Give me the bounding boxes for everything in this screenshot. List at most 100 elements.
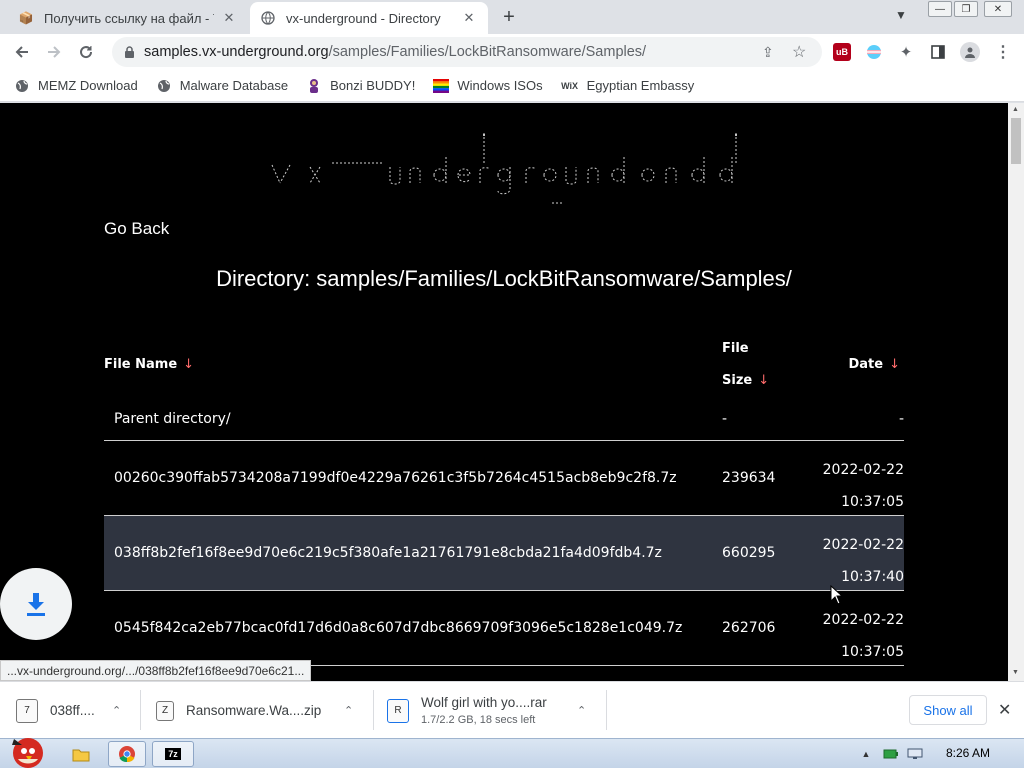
back-button[interactable] bbox=[10, 40, 34, 64]
bookmark-label: Windows ISOs bbox=[457, 78, 543, 93]
table-row: 00260c390ffab5734208a7199df0e4229a76261c… bbox=[104, 441, 904, 516]
mouse-cursor-icon bbox=[830, 585, 844, 605]
chevron-up-icon[interactable]: ⌃ bbox=[577, 704, 586, 717]
wix-icon: WiX bbox=[561, 80, 579, 91]
file-date: 2022-02-22 10:37:40 bbox=[823, 529, 904, 593]
url-host: samples.vx-underground.org bbox=[144, 44, 329, 60]
parent-directory-link[interactable]: Parent directory/ bbox=[114, 411, 231, 427]
puzzle-icon[interactable]: ✦ bbox=[897, 43, 915, 61]
scroll-up-icon[interactable]: ▲ bbox=[1012, 106, 1019, 113]
menu-icon[interactable]: ⋮ bbox=[994, 43, 1012, 61]
chevron-up-icon[interactable]: ⌃ bbox=[112, 704, 121, 717]
vx-underground-ascii-logo bbox=[271, 133, 737, 204]
size-header-line1[interactable]: File bbox=[722, 341, 749, 356]
show-all-button[interactable]: Show all bbox=[909, 695, 987, 725]
date-text: 2022-02-22 bbox=[822, 612, 904, 628]
scroll-thumb[interactable] bbox=[1011, 118, 1021, 164]
bookmarks-bar: MEMZ Download Malware Database Bonzi BUD… bbox=[0, 70, 1024, 102]
file-link[interactable]: 0545f842ca2eb77bcac0fd17d6d0a8c607d7dbc8… bbox=[114, 620, 682, 636]
file-size: 262706 bbox=[722, 620, 776, 636]
star-icon[interactable]: ☆ bbox=[792, 42, 806, 62]
sort-arrow-icon: ↓ bbox=[758, 373, 770, 388]
bookmark-memz[interactable]: MEMZ Download bbox=[14, 78, 138, 94]
time-text: 10:37:05 bbox=[841, 644, 904, 660]
battery-icon[interactable] bbox=[882, 741, 900, 767]
windows-flag-icon bbox=[433, 78, 450, 94]
browser-toolbar: samples.vx-underground.org/samples/Famil… bbox=[0, 34, 1024, 70]
file-date: 2022-02-22 10:37:05 bbox=[823, 454, 904, 518]
show-hidden-icons-icon[interactable]: ▲ bbox=[860, 741, 872, 767]
explorer-taskbar-icon[interactable] bbox=[66, 741, 96, 767]
sidepanel-icon[interactable] bbox=[929, 43, 947, 61]
bonzi-icon bbox=[306, 78, 322, 94]
angry-bird-icon bbox=[12, 738, 43, 768]
globe-icon bbox=[14, 78, 30, 94]
bookmark-malware-database[interactable]: Malware Database bbox=[156, 78, 288, 94]
download-status-button[interactable] bbox=[0, 568, 72, 640]
file-date: 2022-02-22 10:37:05 bbox=[823, 604, 904, 668]
download-filename: 038ff.... bbox=[50, 703, 95, 718]
date-text: 2022-02-22 bbox=[822, 537, 904, 553]
tab-strip: 📦 Получить ссылку на файл - Te ✕ vx-unde… bbox=[0, 0, 1024, 34]
chevron-up-icon[interactable]: ⌃ bbox=[344, 704, 353, 717]
forward-button[interactable] bbox=[42, 40, 66, 64]
download-arrow-icon bbox=[27, 593, 45, 616]
table-row: 0545f842ca2eb77bcac0fd17d6d0a8c607d7dbc8… bbox=[104, 591, 904, 666]
table-row-parent: Parent directory/ - - bbox=[104, 403, 904, 441]
close-shelf-button[interactable]: ✕ bbox=[998, 700, 1011, 720]
vertical-scrollbar[interactable]: ▲ ▼ bbox=[1008, 103, 1024, 681]
bookmark-bonzi-buddy[interactable]: Bonzi BUDDY! bbox=[306, 78, 415, 94]
archive-file-icon: R bbox=[387, 698, 409, 723]
file-link[interactable]: 038ff8b2fef16f8ee9d70e6c219c5f380afe1a21… bbox=[114, 545, 662, 561]
go-back-link[interactable]: Go Back bbox=[104, 219, 169, 239]
table-row: 038ff8b2fef16f8ee9d70e6c219c5f380afe1a21… bbox=[104, 516, 904, 591]
lock-icon[interactable] bbox=[122, 45, 136, 59]
windows-taskbar: 7z ▲ 8:26 AM bbox=[0, 738, 1024, 768]
download-text: Wolf girl with yo....rar 1.7/2.2 GB, 18 … bbox=[421, 695, 547, 726]
taskbar-clock[interactable]: 8:26 AM bbox=[946, 746, 990, 760]
network-icon[interactable] bbox=[906, 741, 924, 767]
download-item[interactable]: Z Ransomware.Wa....zip ⌃ bbox=[156, 682, 366, 739]
bookmark-egyptian-embassy[interactable]: WiX Egyptian Embassy bbox=[561, 78, 694, 94]
sort-by-date-header[interactable]: Date ↓ bbox=[848, 357, 900, 372]
tab-vx-underground[interactable]: vx-underground - Directory ✕ bbox=[250, 2, 488, 34]
address-bar[interactable]: samples.vx-underground.org/samples/Famil… bbox=[112, 37, 822, 67]
header-label: Size bbox=[722, 373, 753, 388]
ublock-icon[interactable]: uB bbox=[833, 43, 851, 61]
sort-by-size-header[interactable]: Size ↓ bbox=[722, 373, 769, 388]
7zip-taskbar-button[interactable]: 7z bbox=[152, 741, 194, 767]
sort-by-name-header[interactable]: File Name ↓ bbox=[104, 357, 194, 372]
table-header: File Name ↓ File Size ↓ Date ↓ bbox=[104, 331, 904, 403]
download-progress-text: 1.7/2.2 GB, 18 secs left bbox=[421, 714, 536, 726]
bookmark-windows-isos[interactable]: Windows ISOs bbox=[433, 78, 543, 94]
scroll-down-icon[interactable]: ▼ bbox=[1012, 669, 1019, 676]
close-icon[interactable]: ✕ bbox=[460, 9, 478, 27]
close-window-button[interactable]: ✕ bbox=[984, 1, 1012, 17]
chrome-taskbar-button[interactable] bbox=[108, 741, 146, 767]
chevron-down-icon[interactable]: ▼ bbox=[895, 8, 907, 22]
sort-arrow-icon: ↓ bbox=[183, 357, 195, 372]
status-bubble-url: ...vx-underground.org/.../038ff8b2fef16f… bbox=[0, 660, 312, 681]
globe-icon bbox=[260, 10, 276, 26]
download-item-in-progress[interactable]: R Wolf girl with yo....rar 1.7/2.2 GB, 1… bbox=[387, 682, 597, 739]
page-title: Directory: samples/Families/LockBitRanso… bbox=[216, 266, 792, 291]
date-text: 2022-02-22 bbox=[822, 462, 904, 478]
url-path: /samples/Families/LockBitRansomware/Samp… bbox=[328, 44, 647, 60]
tab-get-file-link[interactable]: 📦 Получить ссылку на файл - Te ✕ bbox=[8, 2, 248, 34]
globe-icon bbox=[156, 78, 172, 94]
time-text: 10:37:05 bbox=[841, 494, 904, 510]
flag-extension-icon[interactable] bbox=[865, 43, 883, 61]
close-icon[interactable]: ✕ bbox=[220, 9, 238, 27]
file-size: 239634 bbox=[722, 470, 776, 486]
restore-button[interactable]: ❐ bbox=[954, 1, 978, 17]
file-link[interactable]: 00260c390ffab5734208a7199df0e4229a76261c… bbox=[114, 470, 677, 486]
file-date: - bbox=[898, 411, 904, 427]
minimize-button[interactable]: — bbox=[928, 1, 952, 17]
profile-avatar[interactable] bbox=[960, 42, 980, 62]
sort-arrow-icon: ↓ bbox=[889, 357, 900, 372]
reload-button[interactable] bbox=[74, 40, 98, 64]
header-label: File Name bbox=[104, 357, 178, 372]
share-icon[interactable]: ⇪ bbox=[762, 44, 774, 61]
new-tab-button[interactable]: + bbox=[498, 6, 520, 28]
start-button[interactable] bbox=[4, 731, 48, 768]
